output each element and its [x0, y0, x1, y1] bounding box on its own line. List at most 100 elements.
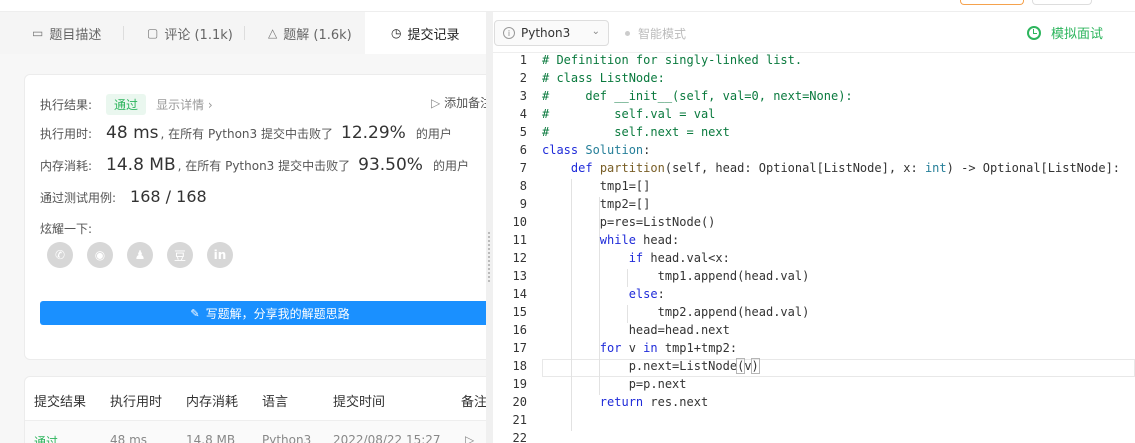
- show-details-link[interactable]: 显示详情 ›: [156, 96, 213, 113]
- line-number: 20: [512, 395, 527, 409]
- editor-toolbar: i Python3 ⌄ 智能模式 模拟面试: [493, 12, 1135, 53]
- code-line: class Solution:: [542, 143, 651, 157]
- code-line: # self.next = next: [542, 125, 730, 139]
- code-line: tmp2=[]: [542, 197, 651, 211]
- line-number: 11: [512, 233, 527, 247]
- write-solution-button[interactable]: ✎ 写题解，分享我的解题思路: [40, 301, 486, 325]
- smart-mode-toggle[interactable]: 智能模式: [625, 25, 686, 42]
- weibo-icon[interactable]: ◉: [87, 242, 113, 268]
- line-number: 9: [519, 197, 527, 211]
- panel-splitter[interactable]: [486, 12, 493, 443]
- code-line: return res.next: [599, 395, 709, 409]
- submissions-table: 提交结果 执行用时 内存消耗 语言 提交时间 备注 通过 48 ms 14.8 …: [24, 376, 486, 443]
- chevron-down-icon: ⌄: [591, 26, 600, 37]
- code-line: p.next=ListNode(v): [542, 358, 760, 374]
- line-number: 18: [512, 359, 527, 373]
- runtime-row: 执行用时: 48 ms , 在所有 Python3 提交中击败了 12.29% …: [40, 123, 452, 143]
- wechat-icon[interactable]: ✆: [47, 242, 73, 268]
- play-icon[interactable]: ▷: [465, 433, 474, 443]
- tab-label: 题目描述: [49, 27, 102, 43]
- line-number: 10: [512, 215, 527, 229]
- line-number: 15: [512, 305, 527, 319]
- flask-icon: △: [268, 26, 278, 40]
- language-select[interactable]: i Python3 ⌄: [494, 20, 609, 46]
- qq-icon[interactable]: ♟: [127, 242, 153, 268]
- line-number: 13: [512, 269, 527, 283]
- result-card: 执行结果: 通过 显示详情 › ▷ 添加备注 执行用时: 48 ms , 在所有…: [24, 74, 486, 360]
- cell-time: 2022/08/22 15:27: [333, 433, 441, 443]
- code-line: # self.val = val: [542, 107, 716, 121]
- share-label: 炫耀一下:: [40, 222, 93, 236]
- memory-suffix: 的用户: [432, 159, 469, 173]
- line-number: 7: [519, 161, 527, 175]
- tab-solutions[interactable]: △ 题解 (1.6k): [268, 12, 352, 54]
- code-line: # class ListNode:: [542, 71, 665, 85]
- column-header[interactable]: 提交结果: [34, 391, 86, 410]
- code-line: # def __init__(self, val=0, next=None):: [542, 89, 853, 103]
- line-number: 22: [512, 431, 527, 443]
- tests-label: 通过测试用例:: [40, 191, 117, 205]
- code-line: head=head.next: [542, 323, 730, 337]
- column-header[interactable]: 提交时间: [333, 391, 385, 410]
- cell-result[interactable]: 通过: [34, 433, 58, 443]
- memory-label: 内存消耗:: [40, 159, 93, 173]
- code-editor[interactable]: 1 2 3 4 5 6 7 8 9 10 11 12 13 14 15 16 17 18 19 20 21 22 # De…: [493, 53, 1135, 443]
- cell-language: Python3: [262, 433, 312, 443]
- top-strip: [0, 0, 1135, 12]
- status-badge: 通过: [106, 94, 147, 115]
- runtime-label: 执行用时:: [40, 127, 93, 141]
- editor-panel: i Python3 ⌄ 智能模式 模拟面试 1 2 3 4 5 6 7 8 9 10 11 12 13 1…: [493, 12, 1135, 443]
- mock-interview-button[interactable]: 模拟面试: [1027, 23, 1103, 42]
- code-line: if head.val<x:: [628, 251, 730, 265]
- tab-bar: ▭ 题目描述 ▢ 评论 (1.1k) △ 题解 (1.6k) ◷ 提交记录: [0, 12, 486, 54]
- code-line: p=res=ListNode(): [542, 215, 716, 229]
- runtime-percent: 12.29%: [341, 123, 406, 143]
- code-line: else:: [628, 287, 665, 301]
- line-number: 5: [519, 125, 527, 139]
- line-number: 19: [512, 377, 527, 391]
- douban-icon[interactable]: 豆: [167, 242, 193, 268]
- top-button-edge[interactable]: [960, 0, 1024, 5]
- column-header[interactable]: 备注: [461, 391, 486, 410]
- code-line: tmp1=[]: [542, 179, 651, 193]
- line-number: 8: [519, 179, 527, 193]
- tab-label: 评论 (1.1k): [164, 27, 233, 43]
- line-number: 17: [512, 341, 527, 355]
- clock-icon: ◷: [391, 26, 402, 40]
- tests-row: 通过测试用例: 168 / 168: [40, 187, 207, 206]
- tab-submissions[interactable]: ◷ 提交记录: [365, 12, 486, 54]
- tab-label: 提交记录: [407, 27, 460, 43]
- line-number: 3: [519, 89, 527, 103]
- line-number: 2: [519, 71, 527, 85]
- linkedin-icon[interactable]: in: [207, 242, 233, 268]
- tab-description[interactable]: ▭ 题目描述: [32, 12, 101, 54]
- column-header[interactable]: 内存消耗: [186, 391, 238, 410]
- result-label: 执行结果:: [40, 98, 93, 112]
- drag-handle[interactable]: [488, 232, 490, 282]
- cell-memory: 14.8 MB: [186, 433, 236, 443]
- alarm-clock-icon: [1027, 25, 1041, 40]
- add-note-button[interactable]: ▷ 添加备注: [431, 94, 486, 111]
- line-number: 12: [512, 251, 527, 265]
- description-icon: ▭: [32, 26, 44, 40]
- runtime-suffix: 的用户: [415, 127, 452, 141]
- language-value: Python3: [521, 26, 571, 40]
- tests-value: 168 / 168: [130, 187, 207, 206]
- column-header[interactable]: 语言: [262, 391, 288, 410]
- code-line: tmp2.append(head.val): [542, 305, 810, 319]
- memory-percent: 93.50%: [358, 155, 423, 175]
- line-number: 1: [519, 53, 527, 67]
- write-solution-label: 写题解，分享我的解题思路: [205, 306, 350, 321]
- line-number: 14: [512, 287, 527, 301]
- line-number: 16: [512, 323, 527, 337]
- left-panel: ▭ 题目描述 ▢ 评论 (1.1k) △ 题解 (1.6k) ◷ 提交记录 执行…: [0, 12, 486, 443]
- mock-interview-label: 模拟面试: [1051, 27, 1104, 42]
- top-button-edge[interactable]: [1032, 0, 1092, 5]
- code-line: tmp1.append(head.val): [542, 269, 810, 283]
- pen-icon: ✎: [190, 306, 200, 320]
- tab-divider: [244, 26, 245, 40]
- tab-comments[interactable]: ▢ 评论 (1.1k): [147, 12, 233, 54]
- line-number: 21: [512, 413, 527, 427]
- column-header[interactable]: 执行用时: [110, 391, 162, 410]
- runtime-text: , 在所有 Python3 提交中击败了: [160, 127, 334, 141]
